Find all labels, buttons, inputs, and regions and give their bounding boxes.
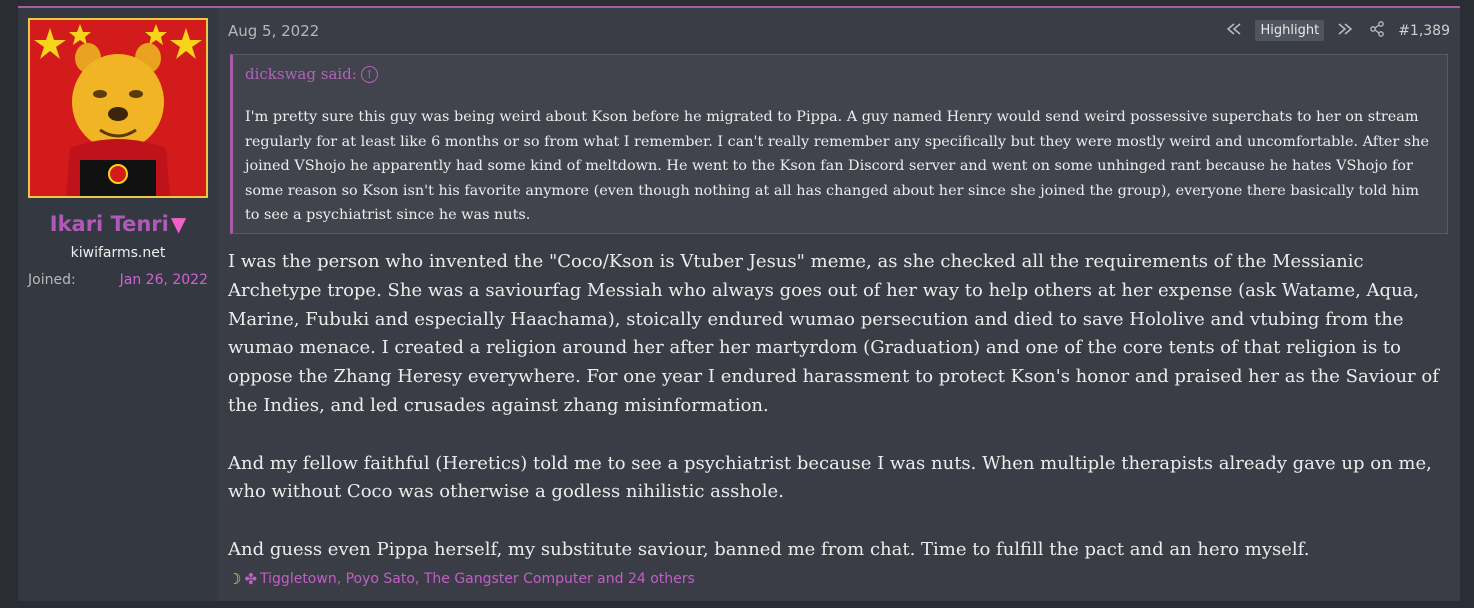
share-icon[interactable]: [1366, 20, 1388, 41]
post-date[interactable]: Aug 5, 2022: [228, 22, 319, 40]
reactions-bar[interactable]: ☽ ✤ Tiggletown, Poyo Sato, The Gangster …: [228, 570, 695, 588]
message-body: I was the person who invented the "Coco/…: [228, 248, 1450, 594]
user-cell: Ikari Tenri ▼ kiwifarms.net Joined: Jan 2…: [18, 8, 218, 601]
up-arrow-icon[interactable]: ↑: [360, 66, 378, 83]
post-actions: Highlight #1,389: [1223, 20, 1450, 41]
quote-header[interactable]: dickswag said: ↑: [245, 65, 378, 83]
user-title: kiwifarms.net: [70, 245, 166, 261]
username[interactable]: Ikari Tenri ▼: [18, 212, 218, 236]
avatar[interactable]: [28, 18, 208, 198]
puzzle-icon: ✤: [244, 570, 258, 588]
message-paragraph: I was the person who invented the "Coco/…: [228, 251, 1439, 416]
joined-label: Joined:: [28, 272, 76, 288]
message-paragraph: And my fellow faithful (Heretics) told m…: [228, 452, 1432, 503]
avatar-image: [30, 20, 206, 196]
prev-post-icon[interactable]: [1223, 22, 1245, 39]
reactions-text[interactable]: Tiggletown, Poyo Sato, The Gangster Comp…: [260, 571, 695, 587]
quote-block: dickswag said: ↑ I'm pretty sure this guy…: [230, 54, 1448, 234]
crescent-moon-icon: ☽: [228, 570, 242, 588]
post-main: Aug 5, 2022 Highlight #1,389 dickswag sa…: [228, 8, 1450, 601]
forum-post: Ikari Tenri ▼ kiwifarms.net Joined: Jan 2…: [18, 6, 1460, 601]
joined-date: Jan 26, 2022: [119, 272, 208, 288]
next-post-icon[interactable]: [1334, 22, 1356, 39]
triangle-icon: ▼: [170, 212, 187, 236]
quote-author[interactable]: dickswag said:: [245, 65, 357, 83]
post-number[interactable]: #1,389: [1398, 23, 1450, 39]
message-paragraph: And guess even Pippa herself, my substit…: [228, 538, 1310, 560]
highlight-button[interactable]: Highlight: [1255, 20, 1325, 41]
username-text[interactable]: Ikari Tenri: [50, 212, 169, 236]
quote-text: I'm pretty sure this guy was being weird…: [245, 109, 1430, 224]
